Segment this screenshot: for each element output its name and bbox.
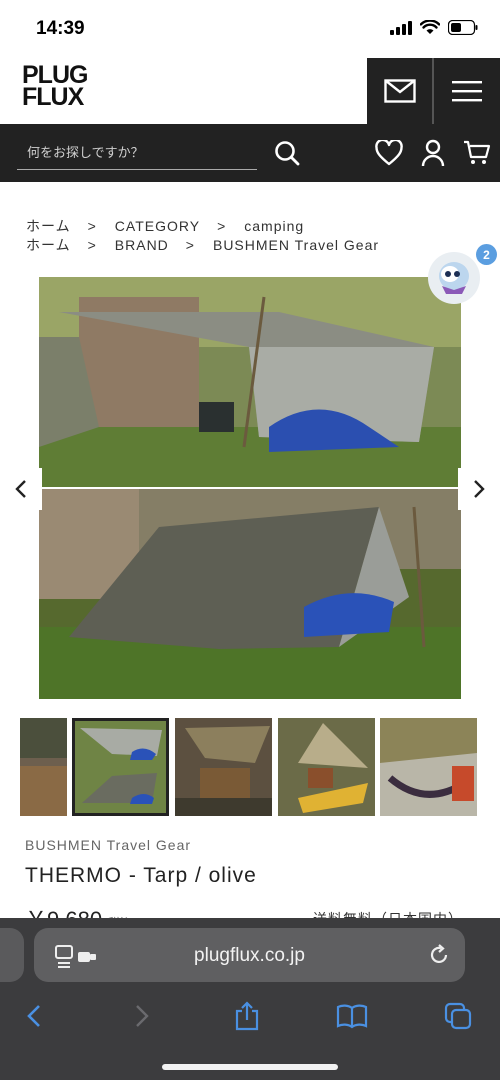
product-main-image[interactable] — [39, 277, 461, 699]
battery-icon — [448, 20, 478, 35]
site-header: PLUG FLUX — [0, 58, 500, 124]
chevron-left-icon — [15, 480, 26, 498]
cart-icon — [464, 140, 491, 164]
hamburger-menu-button[interactable] — [434, 58, 500, 124]
chevron-right-icon — [136, 1005, 149, 1027]
thumbnail-3[interactable] — [175, 718, 272, 816]
signal-icon — [390, 20, 412, 35]
chat-assistant-button[interactable] — [428, 252, 480, 304]
favorites-button[interactable] — [374, 138, 404, 168]
thumbnail-1[interactable] — [20, 718, 67, 816]
search-input[interactable] — [17, 136, 257, 170]
status-time: 14:39 — [36, 18, 85, 39]
thumbnail-image — [278, 718, 375, 816]
search-bar — [0, 124, 500, 182]
product-brand-link[interactable]: BUSHMEN Travel Gear — [25, 837, 191, 853]
hamburger-icon — [452, 81, 482, 102]
breadcrumb-category-link[interactable]: CATEGORY — [115, 218, 200, 234]
product-title: THERMO - Tarp / olive — [25, 864, 257, 887]
thumbnail-4[interactable] — [278, 718, 375, 816]
thumbnail-image — [20, 718, 67, 816]
breadcrumb-category: ホーム > CATEGORY > camping — [26, 216, 304, 236]
notification-badge: 2 — [476, 244, 497, 265]
thumbnail-2-selected[interactable] — [72, 718, 169, 816]
thumbnail-image — [380, 718, 477, 816]
ghost-mascot-icon — [439, 262, 469, 294]
breadcrumb-separator: > — [185, 237, 195, 253]
tarp-photo — [39, 277, 461, 699]
breadcrumb-home-link[interactable]: ホーム — [26, 218, 71, 234]
search-icon — [275, 141, 300, 166]
cart-button[interactable] — [462, 138, 492, 168]
tabs-button[interactable] — [440, 998, 476, 1034]
breadcrumb-separator: > — [87, 237, 97, 253]
carousel-next-button[interactable] — [458, 468, 500, 510]
breadcrumb-separator: > — [87, 218, 97, 234]
heart-icon — [375, 140, 403, 166]
thumbnail-image — [175, 718, 272, 816]
user-icon — [421, 139, 445, 167]
status-bar: 14:39 — [0, 0, 500, 58]
browser-chrome: plugflux.co.jp — [0, 918, 500, 1080]
account-button[interactable] — [418, 138, 448, 168]
contact-mail-button[interactable] — [367, 58, 433, 124]
breadcrumb-brand-link[interactable]: BRAND — [115, 237, 169, 253]
breadcrumb-separator: > — [217, 218, 227, 234]
chevron-left-icon — [27, 1005, 40, 1027]
chevron-right-icon — [474, 480, 485, 498]
thumbnail-image — [72, 718, 169, 816]
thumbnail-5[interactable] — [380, 718, 477, 816]
breadcrumb-camping-link[interactable]: camping — [244, 218, 304, 234]
mail-icon — [384, 79, 416, 103]
plugflux-logo[interactable]: PLUG FLUX — [22, 63, 88, 111]
reload-icon[interactable] — [427, 943, 451, 967]
breadcrumb-bushmen-link[interactable]: BUSHMEN Travel Gear — [213, 237, 379, 253]
share-icon — [235, 1001, 259, 1031]
logo-line2: FLUX — [22, 83, 84, 111]
breadcrumb-brand: ホーム > BRAND > BUSHMEN Travel Gear — [26, 235, 379, 255]
status-icons — [390, 20, 478, 35]
browser-forward-button[interactable] — [124, 998, 160, 1034]
bookmarks-button[interactable] — [334, 998, 370, 1034]
carousel-prev-button[interactable] — [0, 468, 42, 510]
browser-back-button[interactable] — [16, 998, 52, 1034]
previous-tab-pill[interactable] — [0, 928, 24, 982]
url-text: plugflux.co.jp — [194, 945, 305, 966]
page: 14:39 PLUG FLUX 何をお探しですか？ ホーム > CATEGORY… — [0, 0, 500, 1080]
address-bar[interactable]: plugflux.co.jp — [34, 928, 465, 982]
breadcrumb-home-link[interactable]: ホーム — [26, 237, 71, 253]
home-indicator — [162, 1064, 338, 1070]
share-button[interactable] — [229, 998, 265, 1034]
book-icon — [336, 1004, 368, 1029]
wifi-icon — [420, 20, 440, 34]
search-button[interactable] — [272, 138, 302, 168]
tabs-icon — [444, 1002, 472, 1030]
